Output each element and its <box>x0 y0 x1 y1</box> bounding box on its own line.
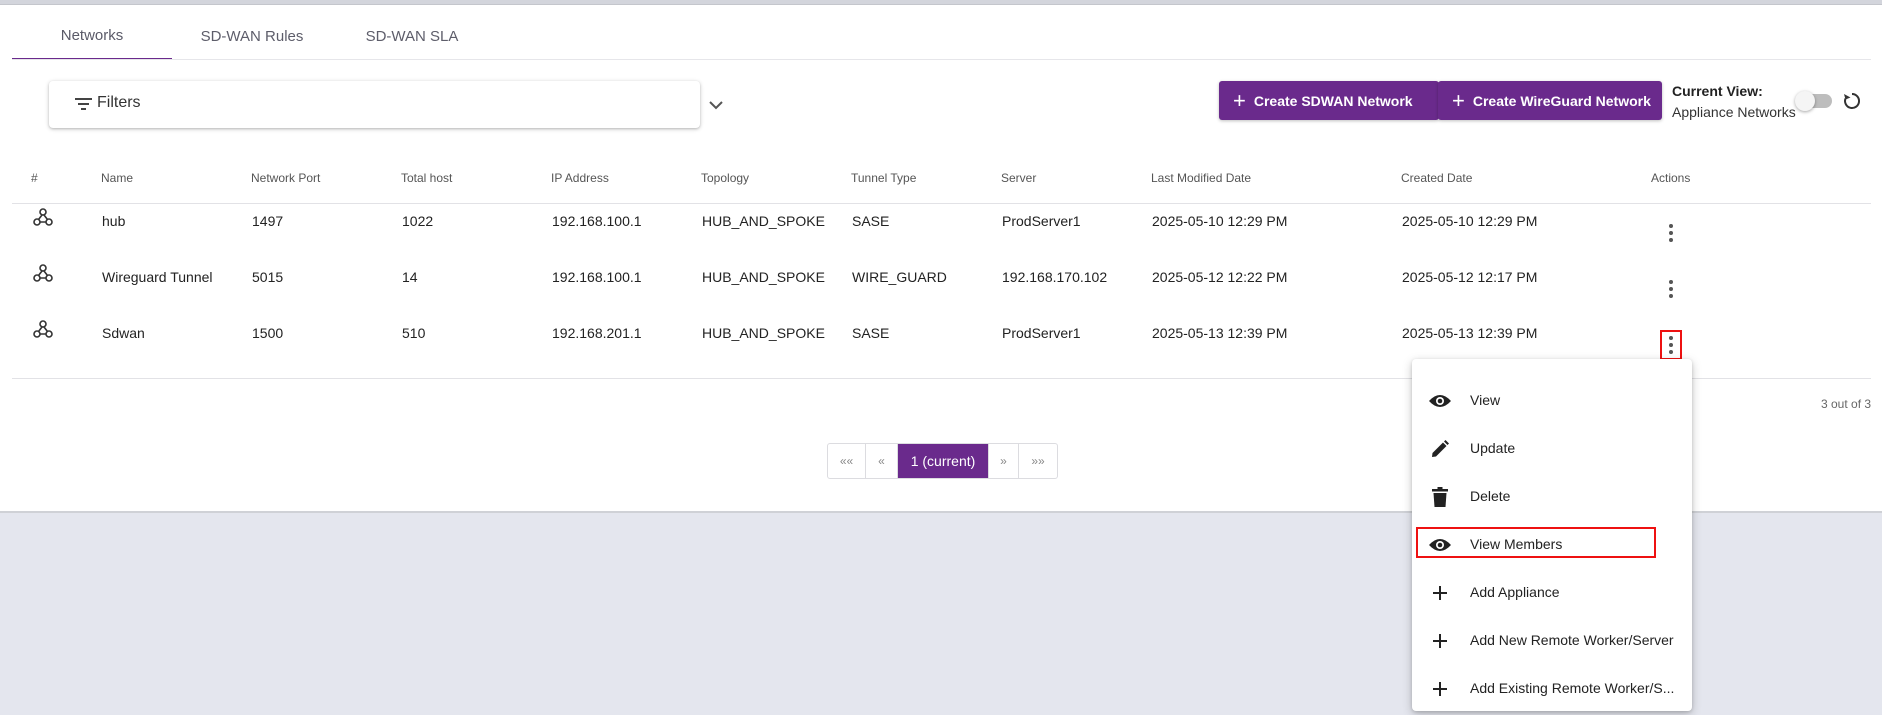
page-first-button[interactable]: «« <box>828 444 866 478</box>
tabs-divider <box>12 59 1871 60</box>
plus-icon <box>1428 679 1452 699</box>
toggle-knob <box>1795 91 1815 111</box>
view-toggle[interactable] <box>1795 91 1832 111</box>
trash-icon <box>1428 487 1452 507</box>
menu-item-label: Add Appliance <box>1470 584 1560 600</box>
menu-item-add-new-remote-worker[interactable]: Add New Remote Worker/Server <box>1412 619 1692 663</box>
tab-sdwan-sla[interactable]: SD-WAN SLA <box>332 13 492 60</box>
col-header-created: Created Date <box>1401 171 1473 185</box>
menu-item-view-members[interactable]: View Members <box>1412 523 1692 567</box>
cell-name: Sdwan <box>102 325 145 341</box>
col-header-index: # <box>31 171 38 185</box>
plus-icon: + <box>1233 87 1246 113</box>
cell-hosts: 14 <box>402 269 418 285</box>
network-nodes-icon <box>33 208 53 226</box>
menu-item-label: View <box>1470 392 1501 408</box>
results-count: 3 out of 3 <box>1821 397 1872 411</box>
tab-sdwan-rules[interactable]: SD-WAN Rules <box>172 13 332 60</box>
plus-icon <box>1428 631 1452 651</box>
cell-ip: 192.168.100.1 <box>552 213 642 229</box>
tab-networks[interactable]: Networks <box>12 13 172 60</box>
plus-icon: + <box>1452 87 1465 113</box>
col-header-modified: Last Modified Date <box>1151 171 1252 185</box>
current-view-value: Appliance Networks <box>1672 104 1796 120</box>
menu-item-add-existing-remote-worker[interactable]: Add Existing Remote Worker/S... <box>1412 667 1692 711</box>
page-last-button[interactable]: »» <box>1019 444 1057 478</box>
eye-icon <box>1428 535 1452 555</box>
col-header-tunnel: Tunnel Type <box>851 171 917 185</box>
cell-name: hub <box>102 213 126 229</box>
cell-server: 192.168.170.102 <box>1002 269 1108 285</box>
row-actions-kebab-icon[interactable] <box>1663 221 1679 245</box>
cell-hosts: 1022 <box>402 213 434 229</box>
network-nodes-icon <box>33 264 53 282</box>
cell-tunnel: WIRE_GUARD <box>852 269 947 285</box>
create-sdwan-network-button[interactable]: + Create SDWAN Network <box>1219 81 1439 120</box>
cell-modified: 2025-05-13 12:39 PM <box>1152 325 1288 341</box>
cell-server: ProdServer1 <box>1002 325 1081 341</box>
col-header-actions: Actions <box>1651 171 1691 185</box>
cell-name: Wireguard Tunnel <box>102 269 213 285</box>
cell-created: 2025-05-10 12:29 PM <box>1402 213 1538 229</box>
create-wireguard-network-button[interactable]: + Create WireGuard Network <box>1438 81 1662 120</box>
filter-icon <box>75 98 92 110</box>
eye-icon <box>1428 391 1452 411</box>
cell-created: 2025-05-12 12:17 PM <box>1402 269 1538 285</box>
cell-ip: 192.168.100.1 <box>552 269 642 285</box>
cell-tunnel: SASE <box>852 213 890 229</box>
cell-port: 1497 <box>252 213 284 229</box>
cell-topology: HUB_AND_SPOKE <box>702 325 825 341</box>
col-header-ip: IP Address <box>551 171 609 185</box>
create-sdwan-label: Create SDWAN Network <box>1253 92 1413 109</box>
cell-topology: HUB_AND_SPOKE <box>702 213 825 229</box>
cell-server: ProdServer1 <box>1002 213 1081 229</box>
cell-modified: 2025-05-12 12:22 PM <box>1152 269 1288 285</box>
cell-topology: HUB_AND_SPOKE <box>702 269 825 285</box>
menu-item-update[interactable]: Update <box>1412 427 1692 471</box>
network-nodes-icon <box>33 320 53 338</box>
col-header-port: Network Port <box>251 171 321 185</box>
table-header-divider <box>12 203 1871 204</box>
row-actions-kebab-icon[interactable] <box>1663 277 1679 301</box>
menu-item-view[interactable]: View <box>1412 379 1692 423</box>
create-wireguard-label: Create WireGuard Network <box>1472 92 1651 109</box>
cell-tunnel: SASE <box>852 325 890 341</box>
menu-item-label: Delete <box>1470 488 1511 504</box>
chevron-down-icon <box>709 101 723 110</box>
refresh-icon[interactable] <box>1842 91 1862 111</box>
cell-ip: 192.168.201.1 <box>552 325 642 341</box>
cell-port: 1500 <box>252 325 284 341</box>
current-view-title: Current View: <box>1672 83 1763 99</box>
col-header-hosts: Total host <box>401 171 453 185</box>
menu-item-delete[interactable]: Delete <box>1412 475 1692 519</box>
menu-item-add-appliance[interactable]: Add Appliance <box>1412 571 1692 615</box>
cell-modified: 2025-05-10 12:29 PM <box>1152 213 1288 229</box>
row-actions-kebab-icon[interactable] <box>1660 330 1682 360</box>
filters-label: Filters <box>97 94 141 111</box>
cell-created: 2025-05-13 12:39 PM <box>1402 325 1538 341</box>
menu-item-label: View Members <box>1470 536 1563 552</box>
filters-panel[interactable]: Filters <box>49 81 723 128</box>
col-header-topology: Topology <box>701 171 750 185</box>
plus-icon <box>1428 583 1452 603</box>
row-actions-menu: View Update Delete View Members Add Appl… <box>1412 359 1692 711</box>
page-next-button[interactable]: » <box>989 444 1019 478</box>
cell-hosts: 510 <box>402 325 426 341</box>
pencil-icon <box>1428 439 1452 459</box>
pagination: «« « 1 (current) » »» <box>827 443 1058 479</box>
menu-item-label: Add New Remote Worker/Server <box>1470 632 1674 648</box>
col-header-server: Server <box>1001 171 1037 185</box>
page-prev-button[interactable]: « <box>866 444 898 478</box>
page-current-button[interactable]: 1 (current) <box>898 444 989 478</box>
col-header-name: Name <box>101 171 134 185</box>
menu-item-label: Add Existing Remote Worker/S... <box>1470 680 1675 696</box>
cell-port: 5015 <box>252 269 284 285</box>
menu-item-label: Update <box>1470 440 1516 456</box>
